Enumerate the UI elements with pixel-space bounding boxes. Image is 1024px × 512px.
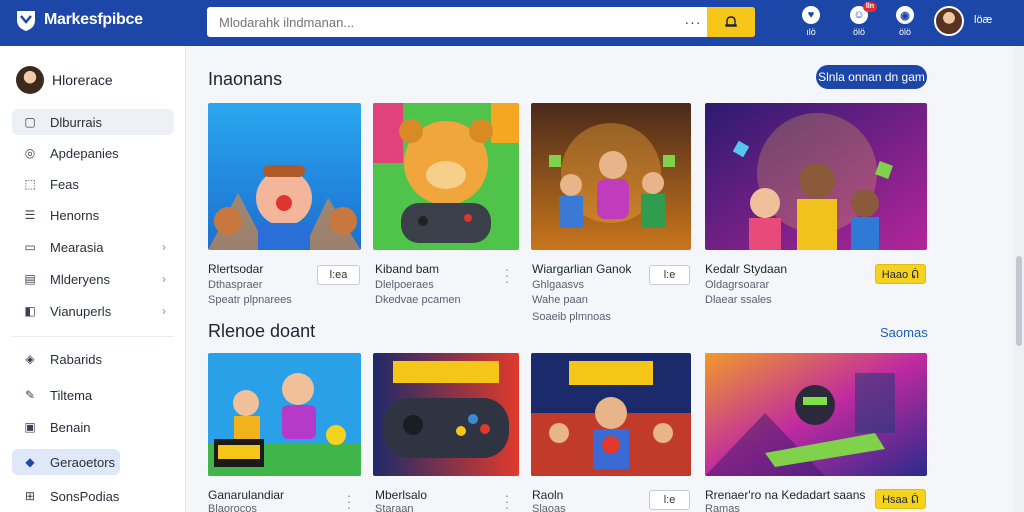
search-input[interactable] [207,7,679,37]
sidebar-item-themes[interactable]: ✎ Tiltema [12,382,174,408]
game-thumbnail[interactable] [705,103,927,250]
gamepad-icon: ◈ [25,352,35,366]
price-button[interactable]: l:e [649,490,690,510]
sidebar-item-dashboard[interactable]: ▢ Dlburrais [12,109,174,135]
section-title-recent: Rlenoe doant [208,321,316,341]
sidebar-profile[interactable]: Hlorerace [16,66,113,94]
sidebar-item-billing[interactable]: ▣ Benain [12,414,174,440]
price-button[interactable]: l:e [649,265,690,285]
search-bar: ··· [207,7,755,37]
game-subtitle: Wahe paan [532,294,588,306]
see-more-link[interactable]: Saomas [880,325,928,340]
game-thumbnail[interactable] [531,353,691,476]
vertical-scrollbar[interactable] [1014,46,1024,512]
shield-icon: ◆ [25,455,35,469]
game-title[interactable]: Kiband bam [375,262,439,276]
sidebar: Hlorerace ▢ Dlburrais ◎ Apdepanies ⬚ Fea… [0,46,186,512]
list-icon: ☰ [24,208,36,222]
game-thumbnail[interactable] [531,103,691,250]
card-icon: ▣ [24,420,36,434]
sidebar-item-products[interactable]: ◧ Vianuperls › [12,298,174,324]
game-title[interactable]: Raoln [532,488,563,502]
scrollbar-thumb[interactable] [1016,256,1022,346]
section-title-featured: Inaonans [208,69,283,89]
game-thumbnail[interactable] [705,353,927,476]
game-subtitle: Dthaspraer [208,279,263,291]
game-thumbnail[interactable] [373,353,519,476]
search-circle-icon: ◉ [896,6,914,24]
game-thumbnail[interactable] [373,103,519,250]
profile-avatar [16,66,44,94]
price-button[interactable]: Hsaa ᕢ [875,489,926,509]
game-subtitle: Speatr plpnarees [208,294,292,306]
user-avatar[interactable] [934,6,964,36]
game-title[interactable]: Mberlsalo [375,488,427,502]
gift-icon: ⊞ [24,489,36,503]
heart-icon: ♥ [802,6,820,24]
view-all-button[interactable]: Slnla onnan dn gam [816,65,927,89]
profile-name: Hlorerace [52,72,113,88]
game-thumbnail[interactable] [208,103,361,250]
grid-icon: ▢ [24,115,36,129]
game-thumbnail[interactable] [208,353,361,476]
folder-icon: ▭ [24,240,36,254]
user-menu-label[interactable]: löæ [974,14,992,26]
app-name: Markesfpibce [44,11,143,28]
game-title[interactable]: Kedalr Stydaan [705,262,787,276]
sidebar-item-orders[interactable]: ▤ Mlderyens › [12,266,174,292]
orders-button[interactable]: ◉ ölö [892,6,918,37]
chevron-right-icon: › [162,272,166,286]
game-title[interactable]: Rlertsodar [208,262,263,276]
logo-icon [17,11,35,31]
game-subtitle: Ghlgaasvs [532,279,584,291]
chat-icon: ☺ lln [850,2,877,24]
messages-button[interactable]: ☺ lln ölö [846,2,877,37]
chevron-right-icon: › [162,304,166,318]
cart-icon: ▤ [24,272,36,286]
tag-icon: ⬚ [24,177,36,191]
search-more-icon[interactable]: ··· [679,14,707,30]
edit-icon: ✎ [24,388,36,402]
game-title[interactable]: Wiargarlian Ganok [532,262,631,276]
game-subtitle: Dkedvae pcamen [375,294,461,306]
game-subtitle: Dlelpoeraes [375,279,434,291]
game-subtitle: Staraan [375,503,414,512]
more-options-icon[interactable]: · · · [345,488,353,512]
messages-badge: lln [862,2,877,12]
sidebar-item-generators[interactable]: ◆ Geraoetors [12,449,120,475]
chevron-right-icon: › [162,240,166,254]
game-subtitle: Dlaear ssales [705,294,772,306]
more-options-icon[interactable]: · · · [503,488,511,512]
cube-icon: ◧ [24,304,36,318]
sidebar-item-history[interactable]: ☰ Henorns [12,202,174,228]
sidebar-item-feeds[interactable]: ⬚ Feas [12,171,174,197]
search-icon [725,16,737,27]
game-subtitle: Ramas [705,503,740,512]
sidebar-divider [12,336,174,337]
sidebar-item-sponsors[interactable]: ⊞ SonsPodias [12,483,174,509]
game-subtitle: Blaorocos [208,503,257,512]
price-button[interactable]: Haao ᕢ [875,264,926,284]
more-options-icon[interactable]: · · · [503,262,511,288]
sidebar-item-apps[interactable]: ◎ Apdepanies [12,140,174,166]
top-navigation-bar: Markesfpibce ··· ♥ ılö ☺ lln ölö ◉ ölö l… [0,0,1024,46]
game-subtitle: Oldagrsoarar [705,279,770,291]
globe-icon: ◎ [24,146,36,160]
game-subtitle: Slaoas [532,503,566,512]
notifications-button[interactable]: ♥ ılö [798,6,824,37]
search-button[interactable] [707,7,755,37]
game-subtitle: Soaeib plmnoas [532,311,611,323]
app-logo[interactable]: Markesfpibce [14,8,143,32]
sidebar-item-media[interactable]: ▭ Mearasia › [12,234,174,260]
game-title[interactable]: Rrenaer'ro na Kedadart saans [705,488,865,502]
price-button[interactable]: l:ea [317,265,360,285]
game-title[interactable]: Ganarulandiar [208,488,284,502]
sidebar-item-rewards[interactable]: ◈ Rabarids [12,346,174,372]
